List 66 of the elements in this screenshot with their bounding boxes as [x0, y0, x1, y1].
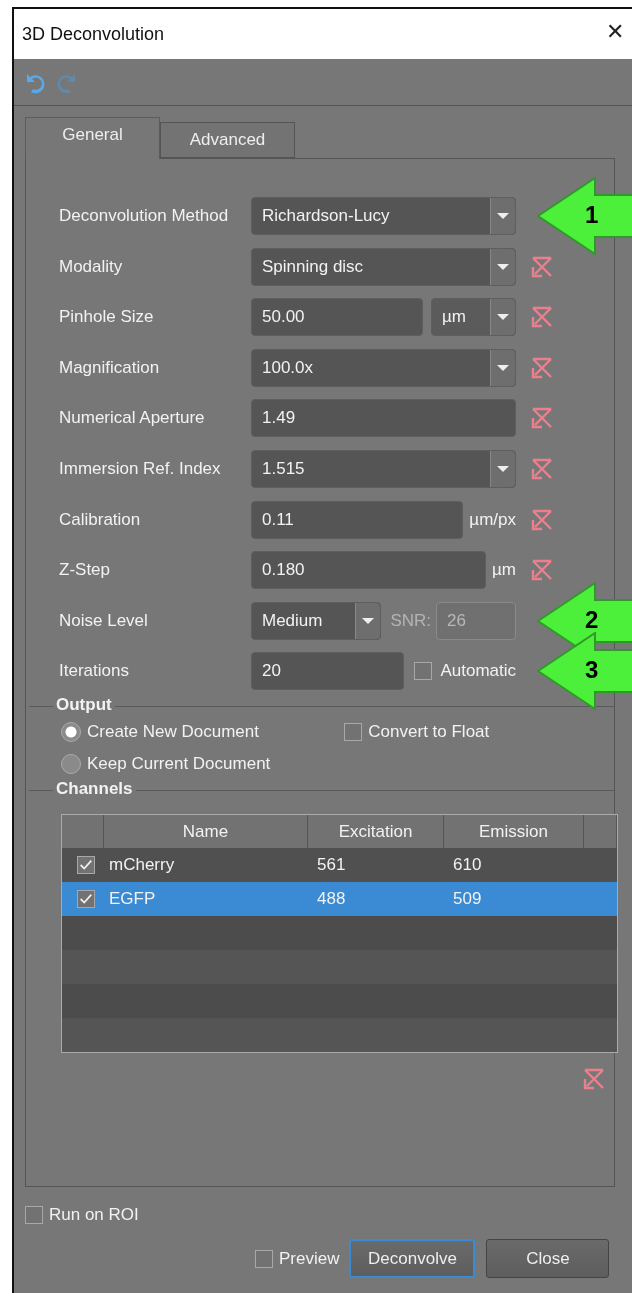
- dropdown[interactable]: 100.0x: [251, 348, 516, 387]
- checkbox[interactable]: [76, 856, 95, 875]
- input-field[interactable]: 0.11: [251, 500, 464, 539]
- reset-icon[interactable]: [530, 254, 554, 279]
- field-label: Magnification: [59, 357, 161, 378]
- dropdown[interactable]: Richardson-Lucy: [251, 197, 516, 235]
- unit-dropdown[interactable]: µm: [431, 298, 516, 337]
- snr-label: SNR:: [390, 610, 431, 631]
- input-field[interactable]: 20: [251, 652, 405, 691]
- checkbox[interactable]: [25, 1206, 43, 1224]
- radio-button[interactable]: [61, 754, 81, 775]
- checkbox-label: Automatic: [440, 661, 516, 682]
- group-title: Output: [53, 695, 115, 716]
- column-header[interactable]: Name: [104, 815, 308, 849]
- callout-number: 1: [585, 203, 599, 227]
- reset-icon[interactable]: [530, 406, 554, 431]
- unit-label: µm/px: [469, 509, 516, 530]
- field-label: Pinhole Size: [59, 307, 155, 328]
- deconvolve-button[interactable]: Deconvolve: [349, 1239, 476, 1278]
- table-cell-text: 509: [452, 889, 483, 910]
- table-cell-text: EGFP: [108, 889, 157, 910]
- dropdown[interactable]: Medium: [251, 601, 382, 640]
- reset-icon[interactable]: [530, 558, 554, 583]
- checkbox-label: Run on ROI: [49, 1205, 139, 1225]
- radio-label: Keep Current Document: [87, 754, 271, 775]
- table-cell-text: 488: [316, 889, 347, 910]
- field-label: Z-Step: [59, 560, 112, 581]
- tab[interactable]: General: [25, 117, 160, 159]
- input-field[interactable]: 50.00: [251, 298, 423, 337]
- checkbox[interactable]: [414, 662, 433, 681]
- reset-icon[interactable]: [530, 355, 554, 380]
- reset-icon[interactable]: [530, 507, 554, 532]
- reset-icon[interactable]: [530, 305, 554, 330]
- table-cell-text: 610: [452, 855, 483, 876]
- column-header[interactable]: Excitation: [308, 815, 444, 849]
- table-cell-text: mCherry: [108, 855, 176, 876]
- unit-label: µm: [492, 560, 516, 581]
- input-field[interactable]: 1.49: [251, 399, 516, 438]
- checkbox[interactable]: [344, 723, 363, 742]
- reset-icon[interactable]: [530, 456, 554, 481]
- checkbox-label: Convert to Float: [368, 722, 490, 743]
- field-label: Deconvolution Method: [59, 206, 230, 226]
- checkbox[interactable]: [76, 890, 95, 909]
- radio-label: Create New Document: [87, 722, 259, 743]
- radio-button[interactable]: [61, 722, 81, 743]
- field-label: Modality: [59, 256, 124, 277]
- callout-number: 3: [585, 658, 599, 683]
- checkbox-label: Preview: [279, 1248, 340, 1269]
- dropdown[interactable]: Spinning disc: [251, 247, 516, 286]
- field-label: Immersion Ref. Index: [59, 458, 222, 479]
- field-label: Calibration: [59, 509, 142, 530]
- column-header[interactable]: Emission: [444, 815, 584, 849]
- window-title: 3D Deconvolution: [22, 23, 165, 45]
- table-row[interactable]: mCherry 561 610: [62, 848, 617, 883]
- field-label: Noise Level: [59, 610, 149, 631]
- field-label: Iterations: [59, 661, 130, 682]
- checkbox[interactable]: [255, 1249, 273, 1268]
- close-button[interactable]: ✕: [602, 19, 629, 44]
- dropdown[interactable]: 1.515: [251, 449, 516, 488]
- tab[interactable]: Advanced: [160, 122, 295, 158]
- table-cell-text: 561: [316, 855, 347, 876]
- field-label: Numerical Aperture: [59, 408, 206, 429]
- reset-icon[interactable]: [582, 1067, 606, 1092]
- close-button[interactable]: Close: [486, 1239, 610, 1278]
- callout-number: 2: [585, 607, 599, 632]
- input-field[interactable]: 0.180: [251, 551, 487, 590]
